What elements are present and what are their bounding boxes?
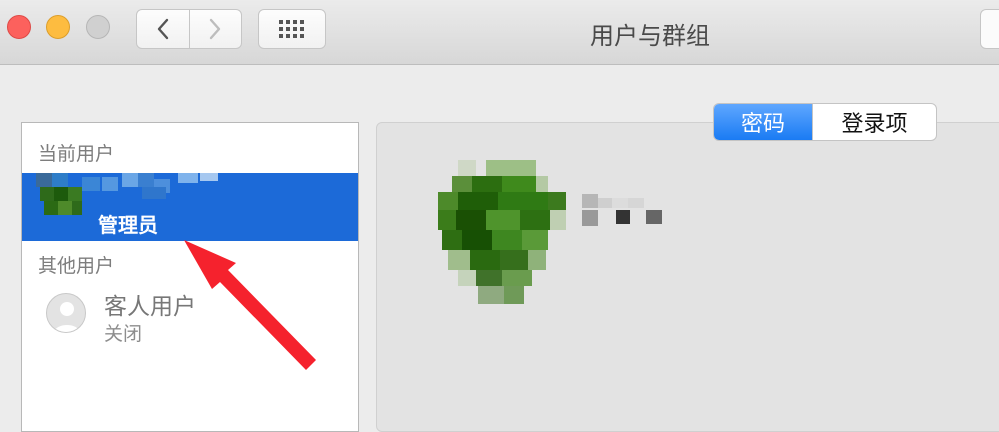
annotation-arrow-icon — [184, 240, 316, 370]
